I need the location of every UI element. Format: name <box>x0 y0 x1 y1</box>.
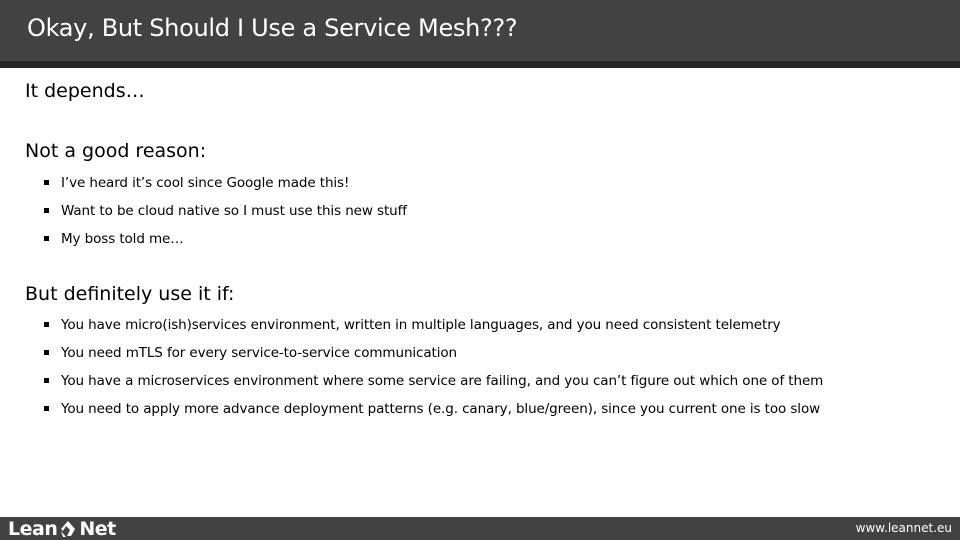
list-item: I’ve heard it’s cool since Google made t… <box>44 169 407 197</box>
slide-footer: Lean Net www.leannet.eu <box>0 517 960 540</box>
list-item-text: I’ve heard it’s cool since Google made t… <box>61 175 350 191</box>
list-item: You need mTLS for every service-to-servi… <box>44 339 823 367</box>
list-item-text: My boss told me… <box>61 231 184 247</box>
header-divider <box>0 61 960 68</box>
section-heading-bad-reasons: Not a good reason: <box>25 140 207 162</box>
bullet-square-icon <box>44 207 49 213</box>
slide-title: Okay, But Should I Use a Service Mesh??? <box>27 14 518 42</box>
slide-header: Okay, But Should I Use a Service Mesh??? <box>0 0 960 61</box>
section-heading-good-reasons: But definitely use it if: <box>25 283 235 305</box>
bullet-square-icon <box>44 349 49 355</box>
logo-text-net: Net <box>79 518 116 540</box>
list-item: Want to be cloud native so I must use th… <box>44 197 407 225</box>
leannet-logo: Lean Net <box>8 518 116 540</box>
bullet-square-icon <box>44 179 49 185</box>
leannet-logo-icon <box>61 521 76 537</box>
logo-text-lean: Lean <box>8 518 58 540</box>
bullet-square-icon <box>44 321 49 327</box>
list-item: You need to apply more advance deploymen… <box>44 395 823 423</box>
bullet-square-icon <box>44 235 49 241</box>
bullet-square-icon <box>44 377 49 383</box>
list-item: You have a microservices environment whe… <box>44 367 823 395</box>
list-item: My boss told me… <box>44 225 407 253</box>
list-item-text: Want to be cloud native so I must use th… <box>61 203 407 219</box>
list-item: You have micro(ish)services environment,… <box>44 311 823 339</box>
bullet-square-icon <box>44 405 49 411</box>
bad-reasons-list: I’ve heard it’s cool since Google made t… <box>44 169 407 253</box>
list-item-text: You have micro(ish)services environment,… <box>61 317 781 333</box>
list-item-text: You need mTLS for every service-to-servi… <box>61 345 458 361</box>
list-item-text: You have a microservices environment whe… <box>61 373 824 389</box>
lead-text: It depends… <box>25 80 145 102</box>
website-url: www.leannet.eu <box>855 521 952 535</box>
list-item-text: You need to apply more advance deploymen… <box>61 401 821 417</box>
good-reasons-list: You have micro(ish)services environment,… <box>44 311 823 423</box>
